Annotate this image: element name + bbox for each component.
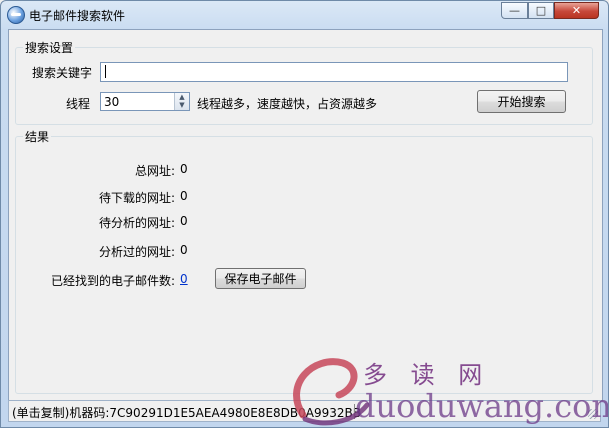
main-window: 电子邮件搜索软件 — □ ✕ 搜索设置 搜索关键字 线程 30 ▲ ▼ 线程越多… [0,0,609,428]
machine-code[interactable]: (单击复制)机器码:7C90291D1E5AEA4980E8E8DB0A9932… [12,404,361,421]
maximize-button[interactable]: □ [528,2,554,19]
close-button[interactable]: ✕ [554,2,599,19]
save-emails-button[interactable]: 保存电子邮件 [215,268,306,289]
spin-up-icon[interactable]: ▲ [175,93,189,101]
analyzed-urls-label: 分析过的网址: [98,245,175,259]
status-separator [354,404,355,419]
text-caret [105,65,106,78]
emails-found-count-link[interactable]: 0 [180,272,188,286]
search-settings-group: 搜索设置 搜索关键字 线程 30 ▲ ▼ 线程越多，速度越快，占资源越多 开始搜… [15,39,593,125]
results-group: 结果 总网址: 0 待下载的网址: 0 待分析的网址: 0 分析过的网址: 0 … [15,128,593,394]
status-bar: (单击复制)机器码:7C90291D1E5AEA4980E8E8DB0A9932… [8,400,601,422]
threads-hint: 线程越多，速度越快，占资源越多 [197,97,378,111]
emails-found-label: 已经找到的电子邮件数: [50,274,175,288]
threads-label: 线程 [66,97,91,111]
pending-analysis-value: 0 [180,214,188,228]
pending-download-label: 待下载的网址: [98,191,175,205]
keyword-label: 搜索关键字 [32,66,93,80]
title-bar[interactable]: 电子邮件搜索软件 — □ ✕ [1,1,608,29]
window-title: 电子邮件搜索软件 [29,9,126,23]
total-urls-label: 总网址: [134,164,175,178]
app-icon [7,6,25,24]
pending-analysis-label: 待分析的网址: [98,216,175,230]
resize-grip-icon[interactable] [588,409,598,419]
threads-spin-buttons[interactable]: ▲ ▼ [174,93,189,110]
minimize-button[interactable]: — [501,2,528,19]
results-title: 结果 [23,128,52,145]
threads-value: 30 [104,95,120,109]
spin-down-icon[interactable]: ▼ [175,101,189,109]
start-search-button[interactable]: 开始搜索 [477,90,566,113]
total-urls-value: 0 [180,162,188,176]
keyword-input[interactable] [100,62,568,82]
client-area: 搜索设置 搜索关键字 线程 30 ▲ ▼ 线程越多，速度越快，占资源越多 开始搜… [8,29,603,401]
analyzed-urls-value: 0 [180,243,188,257]
pending-download-value: 0 [180,189,188,203]
threads-stepper[interactable]: 30 ▲ ▼ [100,92,190,111]
search-settings-title: 搜索设置 [23,39,76,56]
